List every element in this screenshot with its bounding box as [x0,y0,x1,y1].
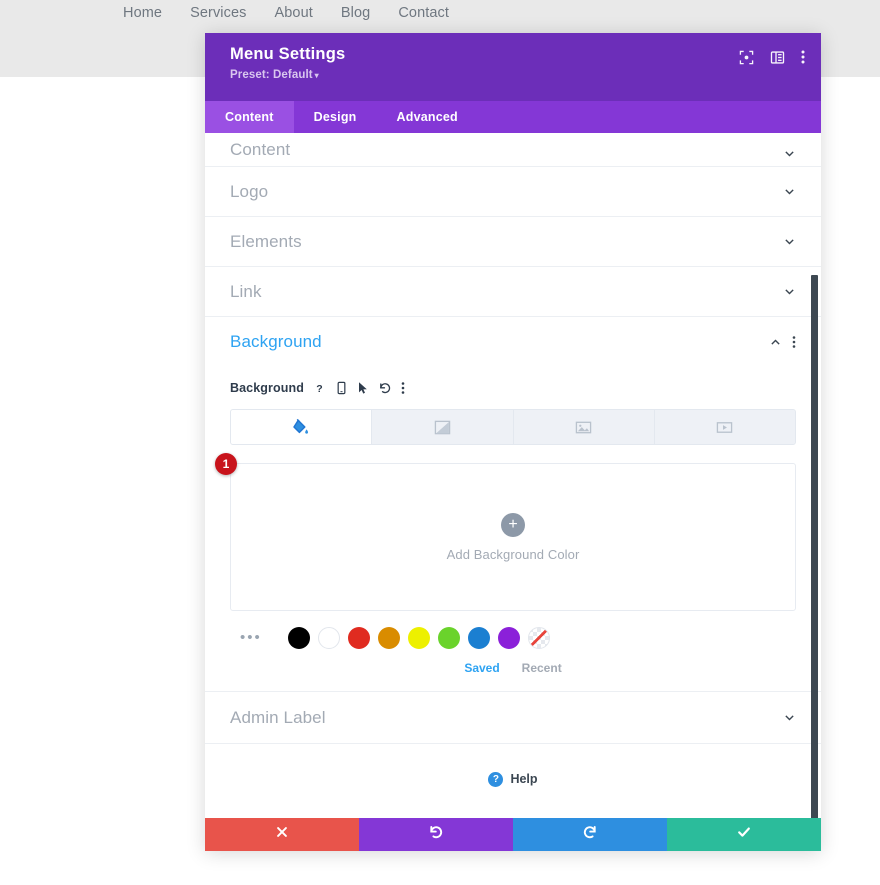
nav-item-blog[interactable]: Blog [341,5,370,21]
undo-button[interactable] [359,818,513,851]
section-background[interactable]: Background [205,317,821,367]
hover-cursor-icon[interactable] [357,381,369,395]
check-icon [736,824,752,845]
background-panel: Background ? 1 + Add Background Color ••… [205,373,821,692]
tab-content[interactable]: Content [205,101,294,133]
color-swatch-row: ••• [230,627,796,649]
section-logo-label: Logo [230,181,269,201]
focus-icon[interactable] [739,50,754,65]
swatch-blue[interactable] [467,627,490,649]
swatch-black[interactable] [287,627,310,649]
menu-settings-modal: Menu Settings Preset: Default ▾ Content … [205,33,821,851]
swatch-transparent[interactable] [527,627,550,649]
preset-selector[interactable]: Preset: Default ▾ [230,69,345,81]
swatch-orange[interactable] [377,627,400,649]
background-video-tab[interactable] [654,410,795,444]
preset-label: Preset: Default [230,69,313,81]
background-field-label: Background [230,381,304,395]
plus-icon[interactable]: + [501,512,525,537]
modal-body: Content Logo Elements Link Background Ba… [205,133,821,818]
swatch-purple[interactable] [497,627,520,649]
background-color-tab[interactable] [231,410,373,444]
modal-header: Menu Settings Preset: Default ▾ [205,33,821,101]
scrollbar-thumb[interactable] [811,275,818,818]
settings-scroll-area: Content Logo Elements Link Background Ba… [205,133,821,818]
responsive-mobile-icon[interactable] [335,381,348,395]
section-logo[interactable]: Logo [205,167,821,217]
nav-item-home[interactable]: Home [123,5,162,21]
site-nav: Home Services About Blog Contact [0,0,880,26]
nav-item-contact[interactable]: Contact [398,5,449,21]
nav-item-services[interactable]: Services [190,5,246,21]
background-field-label-row: Background ? [230,373,796,403]
chevron-down-icon [783,235,796,248]
layout-panel-icon[interactable] [770,50,785,65]
close-icon [275,825,289,844]
more-colors-icon[interactable]: ••• [240,630,262,645]
chevron-up-icon[interactable] [769,336,782,349]
chevron-down-icon [783,285,796,298]
svg-text:?: ? [316,383,322,395]
help-label: Help [510,772,538,786]
chevron-down-icon [783,185,796,198]
add-background-color-label: Add Background Color [446,546,580,562]
palette-tabs: Saved Recent [230,661,796,675]
background-image-tab[interactable] [513,410,655,444]
section-admin-label-label: Admin Label [230,707,326,727]
redo-icon [582,824,598,845]
chevron-down-icon [783,147,796,160]
tab-design[interactable]: Design [294,101,377,133]
modal-footer [205,818,821,851]
swatch-red[interactable] [347,627,370,649]
section-background-label: Background [230,332,322,351]
swatch-white[interactable] [317,627,340,649]
kebab-menu-icon[interactable] [801,49,805,65]
chevron-down-icon: ▾ [314,71,319,80]
kebab-menu-icon[interactable] [792,335,796,349]
section-elements[interactable]: Elements [205,217,821,267]
modal-header-actions [739,49,805,65]
swatch-yellow[interactable] [407,627,430,649]
save-button[interactable] [667,818,821,851]
background-gradient-tab[interactable] [372,410,514,444]
section-link-label: Link [230,281,262,301]
undo-icon [428,824,444,845]
modal-tabbar: Content Design Advanced [205,101,821,133]
cancel-button[interactable] [205,818,359,851]
modal-header-titles: Menu Settings Preset: Default ▾ [230,44,345,81]
step-badge: 1 [215,453,237,475]
kebab-menu-icon[interactable] [401,381,405,395]
scrollbar-track[interactable] [811,233,821,818]
page-title: Menu Settings [230,45,346,63]
help-icon[interactable]: ? [313,382,326,395]
help-row[interactable]: ? Help [205,744,821,814]
section-link[interactable]: Link [205,267,821,317]
reset-icon[interactable] [378,381,392,395]
tab-advanced[interactable]: Advanced [377,101,478,133]
palette-tab-saved[interactable]: Saved [464,661,499,675]
nav-item-about[interactable]: About [275,5,313,21]
section-content[interactable]: Content [205,133,821,167]
redo-button[interactable] [513,818,667,851]
section-admin-label[interactable]: Admin Label [205,692,821,744]
section-background-actions [769,335,796,349]
section-content-label: Content [230,140,291,159]
background-type-tabs [230,409,796,445]
swatch-green[interactable] [437,627,460,649]
chevron-down-icon [783,711,796,724]
section-elements-label: Elements [230,231,302,251]
add-background-color-dropzone[interactable]: 1 + Add Background Color [215,453,796,611]
help-icon: ? [488,771,504,787]
palette-tab-recent[interactable]: Recent [522,661,562,675]
